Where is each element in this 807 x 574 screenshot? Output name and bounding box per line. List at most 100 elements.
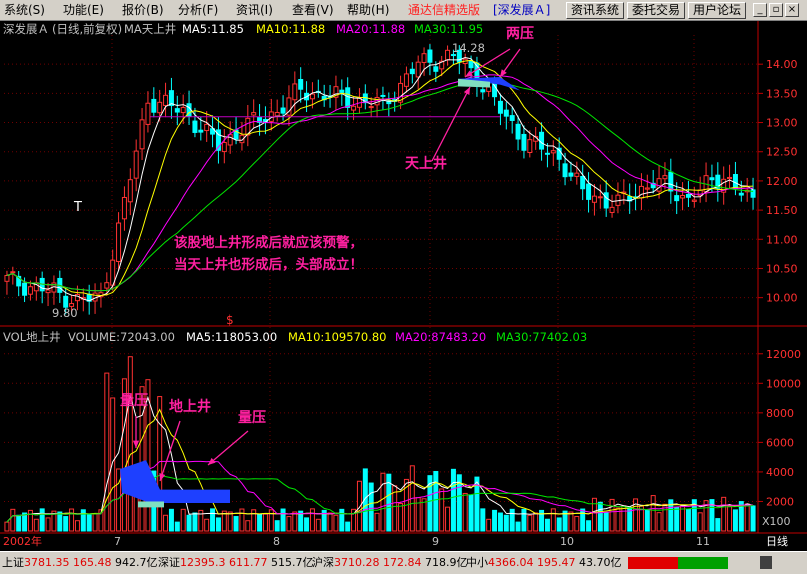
volume-bar	[227, 511, 233, 532]
volume-bar	[174, 521, 180, 532]
volume-bar	[280, 508, 286, 532]
index-shenzhen[interactable]: 深证12395.3 611.77 515.7亿	[158, 556, 314, 570]
volume-bar	[398, 503, 404, 532]
volume-bar	[309, 508, 315, 532]
candle-body	[163, 94, 169, 106]
menu-info[interactable]: 资讯(I)	[236, 2, 273, 19]
volume-bar	[609, 498, 615, 532]
kline-chart-area[interactable]: 14.00 13.50 13.00 12.50 12.00 11.50 11.00 10.50…	[0, 21, 807, 551]
price-axis-label: 14.00	[766, 58, 798, 71]
menu-help[interactable]: 帮助(H)	[347, 2, 389, 19]
index-hushen[interactable]: 沪深3710.28 172.84 718.9亿	[312, 556, 468, 570]
volume-bar	[22, 512, 28, 532]
volume-bar	[450, 468, 456, 532]
minimize-icon[interactable]: _	[753, 3, 767, 17]
volume-bar	[4, 521, 10, 532]
candle-body	[562, 163, 568, 178]
index-zhongxiao[interactable]: 中小4366.04 195.47 43.70亿	[466, 556, 622, 570]
warning-text-line1: 该股地上井形成后就应该预警，	[174, 235, 363, 251]
candle-body	[251, 112, 257, 116]
candle-body	[127, 179, 133, 203]
volume-bar	[644, 509, 650, 532]
ma5-value: MA5:11.85	[182, 22, 244, 36]
candle-body	[709, 177, 715, 181]
candle-body	[351, 105, 357, 111]
candle-body	[4, 274, 10, 282]
time-label-year: 2002年	[3, 535, 42, 548]
candle-body	[133, 150, 139, 179]
menu-function[interactable]: 功能(E)	[63, 2, 104, 19]
candle-body	[727, 176, 733, 180]
volume-bar	[39, 508, 45, 532]
price-axis-label: 10.00	[766, 292, 798, 305]
candle-body	[204, 123, 210, 132]
volume-bar	[486, 518, 492, 532]
time-label-nov: 11	[696, 535, 710, 548]
volume-bar	[697, 512, 703, 532]
info-system-button[interactable]: 资讯系统	[566, 2, 624, 19]
volume-bar	[674, 506, 680, 532]
volume-bar	[433, 470, 439, 532]
close-icon[interactable]: ×	[785, 3, 799, 17]
candle-body	[221, 141, 227, 153]
forum-button[interactable]: 用户论坛	[688, 2, 746, 19]
menu-system[interactable]: 系统(S)	[4, 2, 45, 19]
volume-bar	[69, 508, 75, 532]
trade-button[interactable]: 委托交易	[627, 2, 685, 19]
volume-bar	[127, 356, 133, 532]
vol-ma10-value: MA10:109570.80	[288, 330, 387, 344]
menu-analysis[interactable]: 分析(F)	[178, 2, 218, 19]
time-label-oct: 10	[560, 535, 574, 548]
menu-quote[interactable]: 报价(B)	[122, 2, 164, 19]
volume-bar	[550, 508, 556, 532]
ma10-value: MA10:11.88	[256, 22, 326, 36]
warning-text-line2: 当天上井也形成后，头部成立！	[174, 257, 363, 273]
period-label: (日线,前复权)	[52, 22, 123, 36]
candle-body	[121, 196, 127, 220]
candle-body	[644, 187, 650, 190]
volume-bar	[492, 509, 498, 532]
volume-bar	[157, 396, 163, 532]
volume-bar	[574, 516, 580, 532]
volume-bar	[192, 512, 198, 532]
candle-body	[145, 102, 151, 125]
candle-body	[603, 192, 609, 209]
candle-body	[486, 86, 492, 92]
volume-bar	[603, 512, 609, 532]
menu-bar: 系统(S) 功能(E) 报价(B) 分析(F) 资讯(I) 查看(V) 帮助(H…	[0, 0, 807, 21]
stock-tag: [深发展Ａ]	[493, 3, 551, 17]
volume-bar	[521, 508, 527, 532]
volume-bar	[468, 494, 474, 532]
candle-body	[280, 107, 286, 114]
candle-body	[674, 195, 680, 202]
volume-bar	[421, 498, 427, 532]
volume-bar	[327, 512, 333, 532]
candle-body	[409, 68, 415, 75]
volume-bar	[744, 503, 750, 532]
period-tab-daily[interactable]: 日线	[766, 535, 788, 548]
volume-axis-label: 4000	[766, 466, 794, 479]
candle-body	[192, 120, 198, 133]
volume-bar	[210, 508, 216, 532]
volume-bar	[533, 512, 539, 532]
volume-bar	[315, 518, 321, 532]
candle-body	[586, 183, 592, 200]
candle-body	[339, 89, 345, 93]
menu-view[interactable]: 查看(V)	[292, 2, 334, 19]
kline-chart[interactable]: 14.00 13.50 13.00 12.50 12.00 11.50 11.00 10.50…	[0, 21, 807, 551]
candle-body	[151, 98, 157, 113]
candle-body	[685, 193, 691, 198]
candle-body	[309, 93, 315, 100]
index-shanghai[interactable]: 上证3781.35 165.48 942.7亿	[2, 556, 158, 570]
candle-body	[380, 94, 386, 97]
volume-bar	[368, 482, 374, 532]
volume-bar	[10, 508, 16, 532]
volume-axis-label: 8000	[766, 407, 794, 420]
volume-bar	[215, 517, 221, 532]
price-axis-label: 12.00	[766, 175, 798, 188]
ma30-value: MA30:11.95	[414, 22, 484, 36]
restore-icon[interactable]: ▫	[769, 3, 783, 17]
candle-body	[497, 100, 503, 114]
candle-body	[421, 53, 427, 63]
volume-bar	[727, 505, 733, 532]
